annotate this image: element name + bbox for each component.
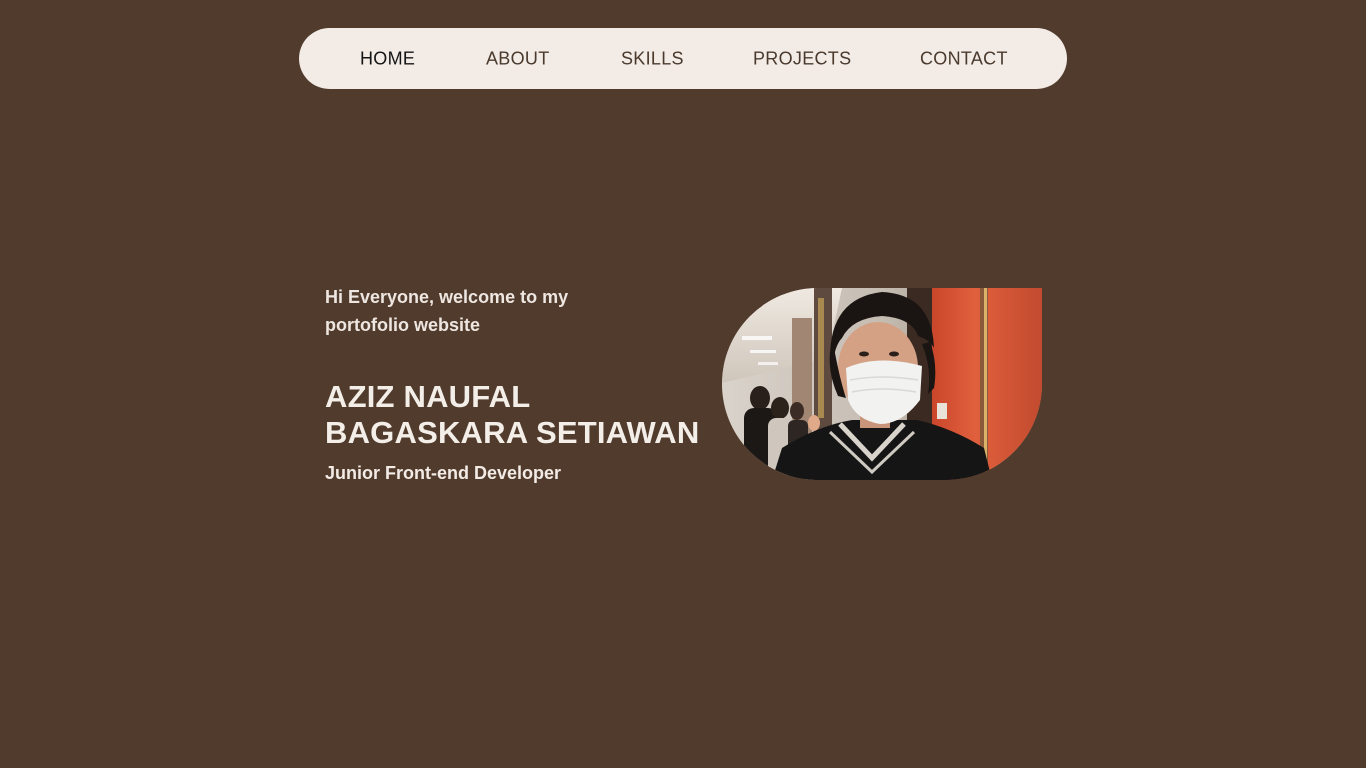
hero-section: Hi Everyone, welcome to my portofolio we… (325, 283, 705, 485)
hero-name: AZIZ NAUFAL BAGASKARA SETIAWAN (325, 379, 705, 451)
nav-link-contact[interactable]: CONTACT (920, 48, 1008, 69)
portfolio-page: HOME ABOUT SKILLS PROJECTS CONTACT Hi Ev… (0, 0, 1366, 768)
profile-photo (722, 288, 1042, 480)
nav-link-about[interactable]: ABOUT (486, 48, 550, 69)
main-navbar: HOME ABOUT SKILLS PROJECTS CONTACT (299, 28, 1067, 89)
hero-greeting: Hi Everyone, welcome to my portofolio we… (325, 287, 569, 335)
hero-role: Junior Front-end Developer (325, 463, 562, 483)
hero-name-line1: AZIZ NAUFAL (325, 379, 531, 414)
nav-link-home[interactable]: HOME (360, 48, 415, 69)
hero-name-line2: BAGASKARA SETIAWAN (325, 415, 700, 450)
nav-link-projects[interactable]: PROJECTS (753, 48, 851, 69)
nav-link-skills[interactable]: SKILLS (621, 48, 684, 69)
